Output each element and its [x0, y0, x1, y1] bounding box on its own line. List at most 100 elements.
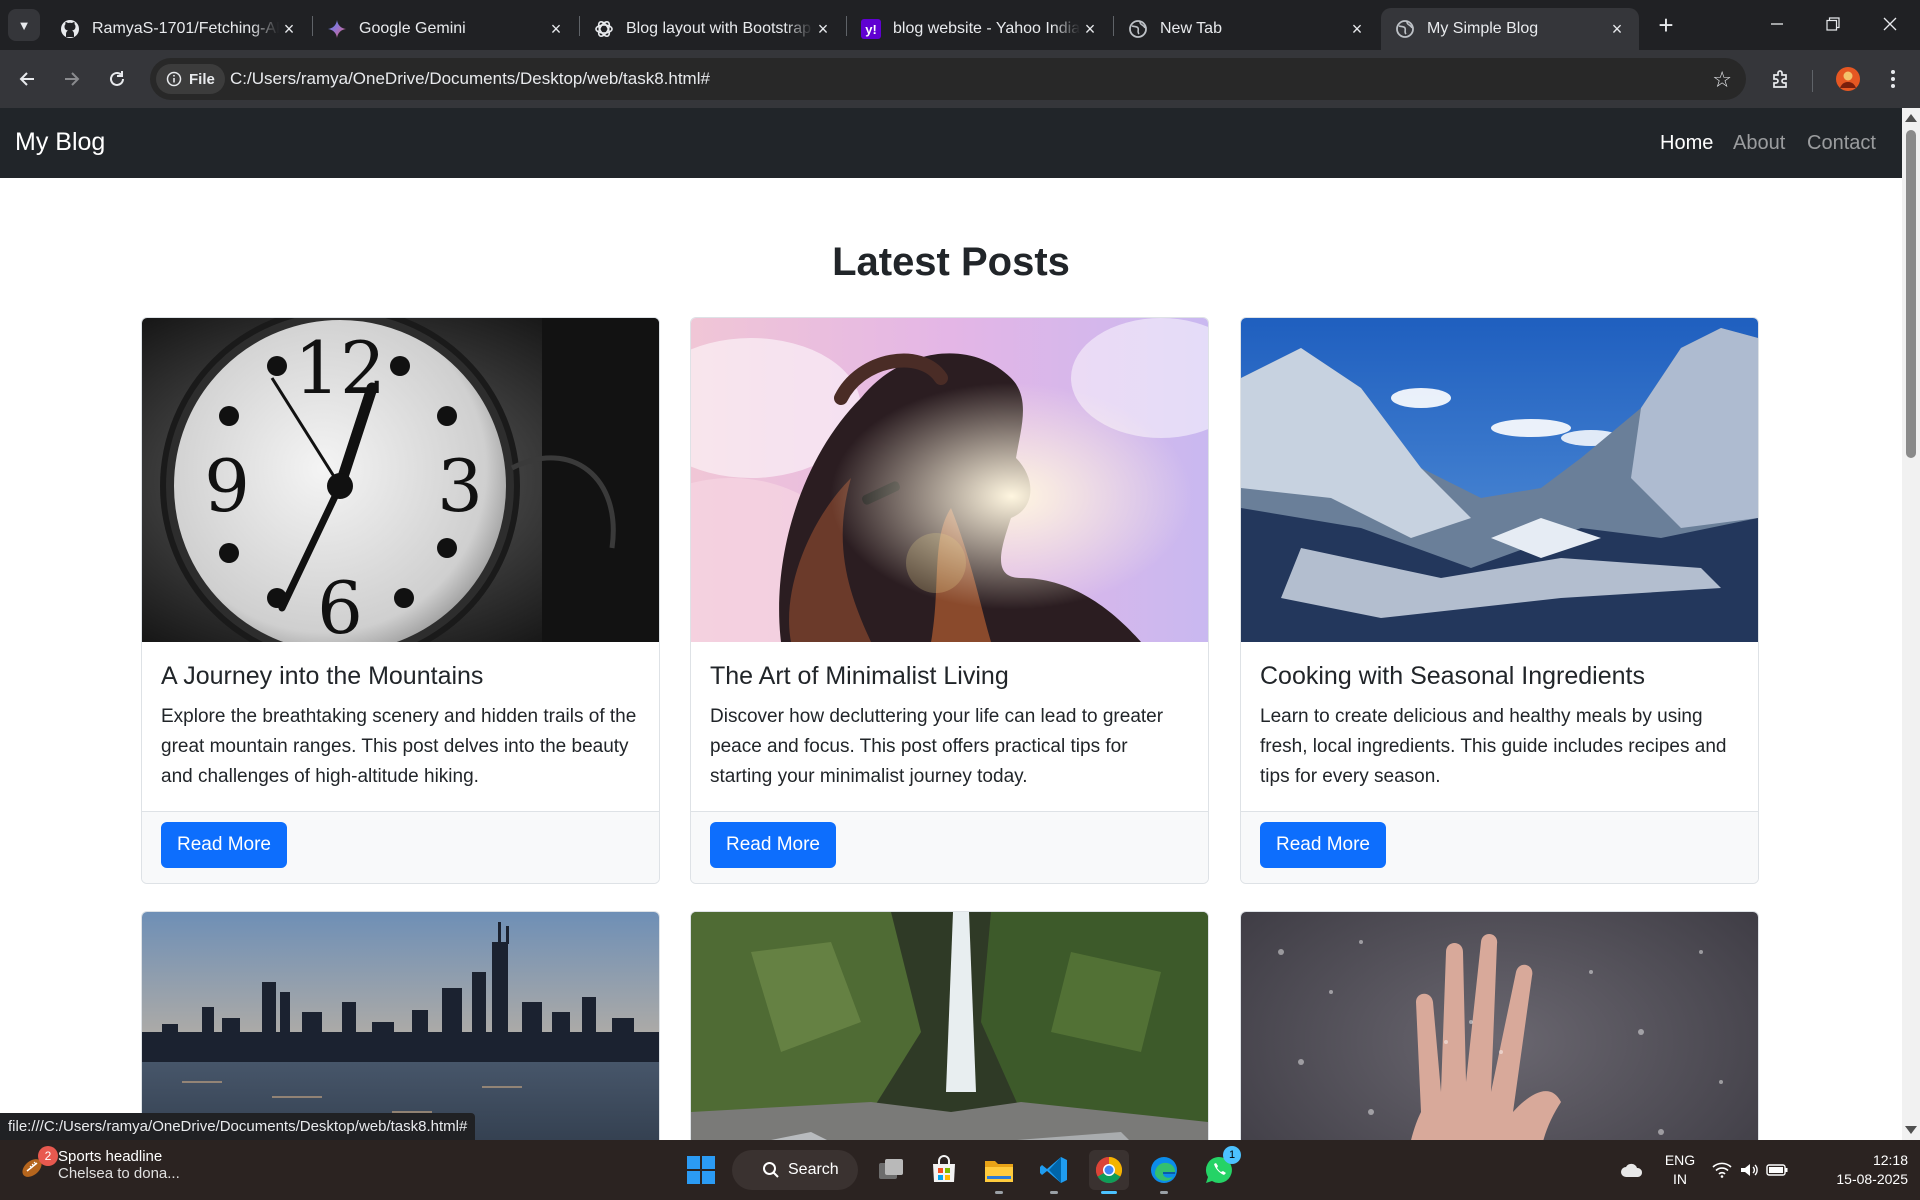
nav-about-link[interactable]: About — [1733, 132, 1785, 155]
page-title: Latest Posts — [832, 240, 1070, 284]
windows-logo-icon — [687, 1156, 715, 1184]
post-excerpt: Discover how decluttering your life can … — [710, 706, 1164, 787]
taskbar-search[interactable]: Search — [732, 1150, 858, 1190]
store-icon — [933, 1155, 955, 1182]
site-info-chip[interactable]: File — [156, 64, 225, 94]
puzzle-icon — [1773, 70, 1787, 88]
football-icon: 2 — [18, 1146, 58, 1180]
scroll-up-arrow-icon[interactable] — [1905, 114, 1917, 122]
chatgpt-icon — [594, 19, 614, 39]
post-card: The Art of Minimalist Living Discover ho… — [690, 317, 1209, 884]
tab-title: blog website - Yahoo India — [893, 20, 1080, 37]
post-image-snowy-mountains — [1241, 318, 1758, 642]
page-scrollbar[interactable] — [1902, 108, 1920, 1140]
quick-settings[interactable] — [1708, 1150, 1792, 1190]
back-button[interactable] — [10, 62, 44, 96]
tab-chatgpt[interactable]: Blog layout with Bootstrap × — [580, 8, 845, 50]
browser-toolbar: File C:/Users/ramya/OneDrive/Documents/D… — [0, 50, 1920, 108]
post-image-woman-sunlight — [691, 318, 1208, 642]
info-icon — [166, 71, 182, 87]
menu-button[interactable] — [1876, 62, 1910, 96]
language-indicator[interactable]: ENG IN — [1660, 1151, 1700, 1189]
system-clock[interactable]: 12:18 15-08-2025 — [1808, 1151, 1908, 1189]
close-icon[interactable]: × — [1347, 19, 1367, 39]
widget-headline: Sports headline — [58, 1148, 163, 1165]
microsoft-store-app[interactable] — [924, 1150, 964, 1190]
profile-button[interactable] — [1831, 62, 1865, 96]
close-window-button[interactable] — [1860, 0, 1920, 48]
tab-title: My Simple Blog — [1427, 20, 1539, 37]
post-title[interactable]: A Journey into the Mountains — [161, 662, 483, 691]
read-more-button[interactable]: Read More — [1260, 822, 1386, 868]
nav-contact-link[interactable]: Contact — [1807, 132, 1876, 155]
svg-text:6: 6 — [317, 566, 363, 642]
tab-github[interactable]: RamyaS-1701/Fetching-AP × — [46, 8, 311, 50]
extensions-button[interactable] — [1764, 62, 1798, 96]
read-more-button[interactable]: Read More — [710, 822, 836, 868]
whatsapp-app[interactable]: 1 — [1199, 1146, 1241, 1190]
post-card — [690, 911, 1209, 1140]
tab-new-tab[interactable]: New Tab × — [1114, 8, 1379, 50]
post-card — [141, 911, 660, 1140]
close-icon[interactable]: × — [279, 19, 299, 39]
close-icon[interactable]: × — [1080, 19, 1100, 39]
active-indicator — [1101, 1191, 1117, 1194]
search-label: Search — [788, 1161, 839, 1178]
task-view-icon — [879, 1159, 903, 1179]
close-icon[interactable]: × — [1607, 19, 1627, 39]
nav-home-link[interactable]: Home — [1660, 132, 1713, 155]
reload-button[interactable] — [100, 62, 134, 96]
chrome-app[interactable] — [1089, 1150, 1129, 1194]
task-view-button[interactable] — [871, 1150, 911, 1190]
gemini-icon — [327, 19, 347, 39]
cloud-icon — [1621, 1163, 1643, 1177]
address-bar[interactable]: File C:/Users/ramya/OneDrive/Documents/D… — [150, 58, 1746, 100]
notification-badge: 2 — [38, 1146, 58, 1166]
post-card: Cooking with Seasonal Ingredients Learn … — [1240, 317, 1759, 884]
arrow-right-icon — [65, 72, 80, 86]
card-footer: Read More — [691, 811, 1208, 883]
close-icon[interactable]: × — [546, 19, 566, 39]
scrollbar-thumb[interactable] — [1906, 130, 1916, 458]
browser-tab-strip: ▼ RamyaS-1701/Fetching-AP × Google Gemin… — [0, 0, 1920, 50]
onedrive-tray[interactable] — [1612, 1150, 1652, 1190]
post-title[interactable]: Cooking with Seasonal Ingredients — [1260, 662, 1645, 691]
post-image-hand-on-rainy-glass — [1241, 912, 1758, 1140]
vscode-app[interactable] — [1034, 1150, 1074, 1194]
new-tab-button[interactable]: + — [1650, 9, 1682, 41]
notification-badge: 1 — [1223, 1146, 1241, 1164]
reload-icon — [110, 71, 124, 86]
news-widget[interactable]: 2 Sports headline Chelsea to dona... — [18, 1146, 180, 1182]
search-icon — [763, 1162, 779, 1178]
tab-search-button[interactable]: ▼ — [8, 9, 40, 41]
vscode-icon — [1040, 1157, 1067, 1183]
post-image-city-skyline — [142, 912, 659, 1140]
chrome-icon — [1095, 1156, 1123, 1184]
start-button[interactable] — [681, 1150, 721, 1190]
avatar — [1836, 67, 1860, 91]
tab-title: Google Gemini — [359, 20, 466, 37]
bookmark-star-icon[interactable]: ☆ — [1712, 67, 1732, 93]
svg-text:9: 9 — [204, 444, 250, 528]
plus-icon: + — [1658, 9, 1674, 40]
tab-yahoo[interactable]: y! blog website - Yahoo India × — [847, 8, 1112, 50]
wifi-icon — [1712, 1162, 1732, 1178]
clock-time: 12:18 — [1872, 1152, 1908, 1168]
site-navbar: My Blog Home About Contact — [0, 108, 1902, 178]
url-text[interactable]: C:/Users/ramya/OneDrive/Documents/Deskto… — [230, 69, 710, 89]
link-status-bubble: file:///C:/Users/ramya/OneDrive/Document… — [0, 1113, 476, 1140]
scroll-down-arrow-icon[interactable] — [1905, 1126, 1917, 1134]
close-icon[interactable]: × — [813, 19, 833, 39]
svg-text:3: 3 — [437, 444, 483, 528]
read-more-button[interactable]: Read More — [161, 822, 287, 868]
tab-my-simple-blog[interactable]: My Simple Blog × — [1381, 8, 1639, 50]
card-footer: Read More — [1241, 811, 1758, 883]
forward-button[interactable] — [55, 62, 89, 96]
tab-gemini[interactable]: Google Gemini × — [313, 8, 578, 50]
restore-button[interactable] — [1803, 0, 1863, 48]
minimize-button[interactable] — [1747, 0, 1807, 48]
site-brand[interactable]: My Blog — [15, 128, 105, 157]
edge-app[interactable] — [1144, 1150, 1184, 1194]
post-title[interactable]: The Art of Minimalist Living — [710, 662, 1009, 691]
file-explorer-app[interactable] — [979, 1150, 1019, 1194]
